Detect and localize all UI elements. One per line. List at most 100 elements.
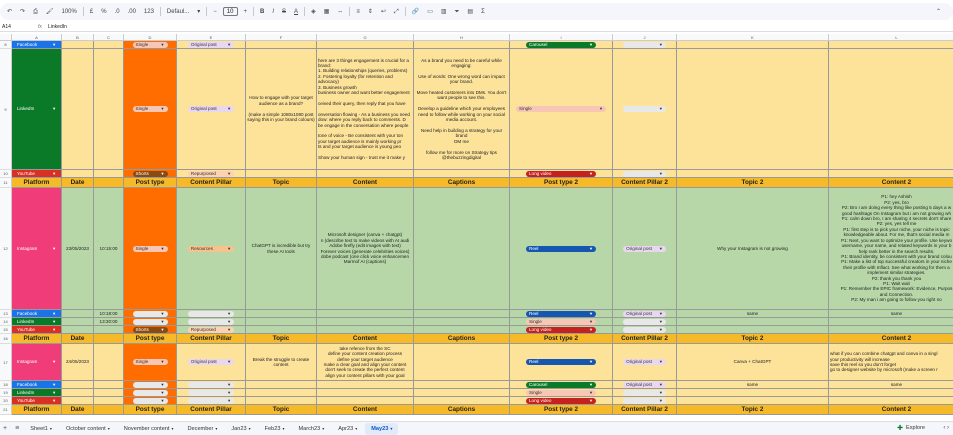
- cell-e[interactable]: Original post ▼: [177, 41, 246, 49]
- header-post-type2[interactable]: Post type 2: [510, 405, 613, 415]
- cell-i[interactable]: Reel ▼: [510, 310, 613, 318]
- dropdown-chip[interactable]: Facebook ▼: [13, 310, 60, 317]
- cell-b[interactable]: 24/05/2023: [62, 344, 94, 381]
- cell-d[interactable]: ▼: [124, 397, 177, 405]
- dropdown-chip[interactable]: ▼: [623, 389, 666, 396]
- decrease-decimal-button[interactable]: .0: [113, 7, 122, 17]
- cell-g[interactable]: [317, 41, 414, 49]
- select-all-corner[interactable]: [0, 34, 12, 40]
- cell-l[interactable]: [829, 318, 953, 326]
- cell-i[interactable]: Carousel ▼: [510, 41, 613, 49]
- cell-g[interactable]: [317, 397, 414, 405]
- dropdown-chip[interactable]: Long video ▼: [526, 326, 596, 333]
- dropdown-chip[interactable]: Original post ▼: [187, 41, 235, 48]
- cell-j[interactable]: ▼: [613, 326, 677, 334]
- column-header-c[interactable]: C: [94, 34, 124, 40]
- cell-f[interactable]: [246, 389, 317, 397]
- header-date[interactable]: Date: [62, 334, 94, 344]
- row-number[interactable]: 20: [0, 397, 12, 405]
- dropdown-chip[interactable]: Reel ▼: [526, 359, 596, 365]
- dropdown-chip[interactable]: Shorts ▼: [132, 170, 168, 177]
- row-number[interactable]: 14: [0, 318, 12, 326]
- header-time[interactable]: [94, 405, 124, 415]
- cell-j[interactable]: Original post ▼: [613, 344, 677, 381]
- header-date[interactable]: Date: [62, 178, 94, 188]
- dropdown-chip[interactable]: Original post ▼: [187, 106, 235, 112]
- dropdown-chip[interactable]: ▼: [187, 381, 235, 388]
- cell-f[interactable]: How to engage with your target audience …: [246, 49, 317, 170]
- cell-d[interactable]: Single ▼: [124, 188, 177, 310]
- cell-j[interactable]: ▼: [613, 318, 677, 326]
- column-header-k[interactable]: K: [677, 34, 829, 40]
- row-number[interactable]: 9: [0, 49, 12, 170]
- zoom-select[interactable]: 100%: [60, 7, 79, 17]
- cell-c[interactable]: 10:15:00: [94, 188, 124, 310]
- header-content2[interactable]: Content 2: [829, 405, 953, 415]
- dropdown-chip[interactable]: Repurposed ▼: [187, 326, 235, 333]
- number-format-button[interactable]: 123: [142, 7, 156, 17]
- dropdown-chip[interactable]: ▼: [623, 170, 666, 177]
- header-post-type[interactable]: Post type: [124, 334, 177, 344]
- row-number[interactable]: 19: [0, 389, 12, 397]
- header-content-pillar[interactable]: Content Pillar: [177, 334, 246, 344]
- header-topic[interactable]: Topic: [246, 405, 317, 415]
- cell-e[interactable]: ▼: [177, 389, 246, 397]
- redo-icon[interactable]: ↷: [18, 7, 27, 17]
- cell-f[interactable]: ChatGPT is incredible but try these AI t…: [246, 188, 317, 310]
- dropdown-chip[interactable]: Single ▼: [132, 245, 168, 252]
- header-post-type[interactable]: Post type: [124, 405, 177, 415]
- dropdown-chip[interactable]: Instagram ▼: [13, 245, 60, 252]
- cell-b[interactable]: [62, 41, 94, 49]
- header-post-type2[interactable]: Post type 2: [510, 334, 613, 344]
- cell-a[interactable]: Facebook ▼: [12, 381, 62, 389]
- chevron-down-icon[interactable]: ▾: [215, 426, 217, 431]
- cell-l[interactable]: [829, 397, 953, 405]
- cell-l[interactable]: same: [829, 310, 953, 318]
- dropdown-chip[interactable]: ▼: [187, 397, 235, 404]
- cell-f[interactable]: Break the struggle to create content: [246, 344, 317, 381]
- sheet-tab-jan23[interactable]: Jan23 ▾: [225, 423, 256, 435]
- dropdown-chip[interactable]: Long video ▼: [526, 170, 596, 177]
- all-sheets-icon[interactable]: ≡: [12, 425, 22, 432]
- chevron-down-icon[interactable]: ▾: [390, 426, 392, 431]
- cell-i[interactable]: Carousel ▼: [510, 381, 613, 389]
- dropdown-chip[interactable]: ▼: [132, 310, 168, 317]
- dropdown-chip[interactable]: Carousel ▼: [526, 381, 596, 388]
- header-captions[interactable]: Captions: [414, 178, 510, 188]
- cell-c[interactable]: 10:18:00: [94, 310, 124, 318]
- dropdown-chip[interactable]: Carousel ▼: [526, 41, 596, 48]
- dropdown-chip[interactable]: ▼: [623, 41, 666, 48]
- dropdown-chip[interactable]: Original post ▼: [187, 359, 235, 365]
- cell-f[interactable]: [246, 170, 317, 178]
- cell-l[interactable]: same: [829, 381, 953, 389]
- name-box[interactable]: A14: [0, 24, 38, 30]
- cell-l[interactable]: [829, 41, 953, 49]
- dropdown-chip[interactable]: Facebook ▼: [13, 41, 60, 48]
- chevron-down-icon[interactable]: ▾: [322, 426, 324, 431]
- cell-j[interactable]: Original post ▼: [613, 310, 677, 318]
- cell-g[interactable]: [317, 170, 414, 178]
- cell-a[interactable]: YouTube ▼: [12, 326, 62, 334]
- cell-i[interactable]: Long video ▼: [510, 397, 613, 405]
- cell-k[interactable]: [677, 326, 829, 334]
- cell-g[interactable]: [317, 310, 414, 318]
- cell-k[interactable]: Canva + ChatGPT: [677, 344, 829, 381]
- dropdown-chip[interactable]: ▼: [187, 310, 235, 317]
- column-header-g[interactable]: G: [317, 34, 414, 40]
- cell-f[interactable]: [246, 310, 317, 318]
- cell-h[interactable]: [414, 344, 510, 381]
- dropdown-chip[interactable]: Resources ▼: [187, 245, 235, 252]
- explore-button[interactable]: ✚ Explore: [897, 424, 925, 432]
- cell-f[interactable]: [246, 381, 317, 389]
- dropdown-chip[interactable]: YouTube ▼: [13, 326, 60, 333]
- header-platform[interactable]: Platform: [12, 178, 62, 188]
- cell-l[interactable]: what if you can combine chatgpt and canv…: [829, 344, 953, 381]
- dropdown-chip[interactable]: Single ▼: [132, 41, 168, 48]
- cell-l[interactable]: P1: hey Ashish P2: yes, bro P2: Bro I am…: [829, 188, 953, 310]
- column-header-f[interactable]: F: [246, 34, 317, 40]
- cell-e[interactable]: Resources ▼: [177, 188, 246, 310]
- font-select[interactable]: Defaul...: [165, 7, 191, 17]
- cell-a[interactable]: YouTube ▼: [12, 170, 62, 178]
- column-header-e[interactable]: E: [177, 34, 246, 40]
- strikethrough-button[interactable]: S: [280, 7, 288, 17]
